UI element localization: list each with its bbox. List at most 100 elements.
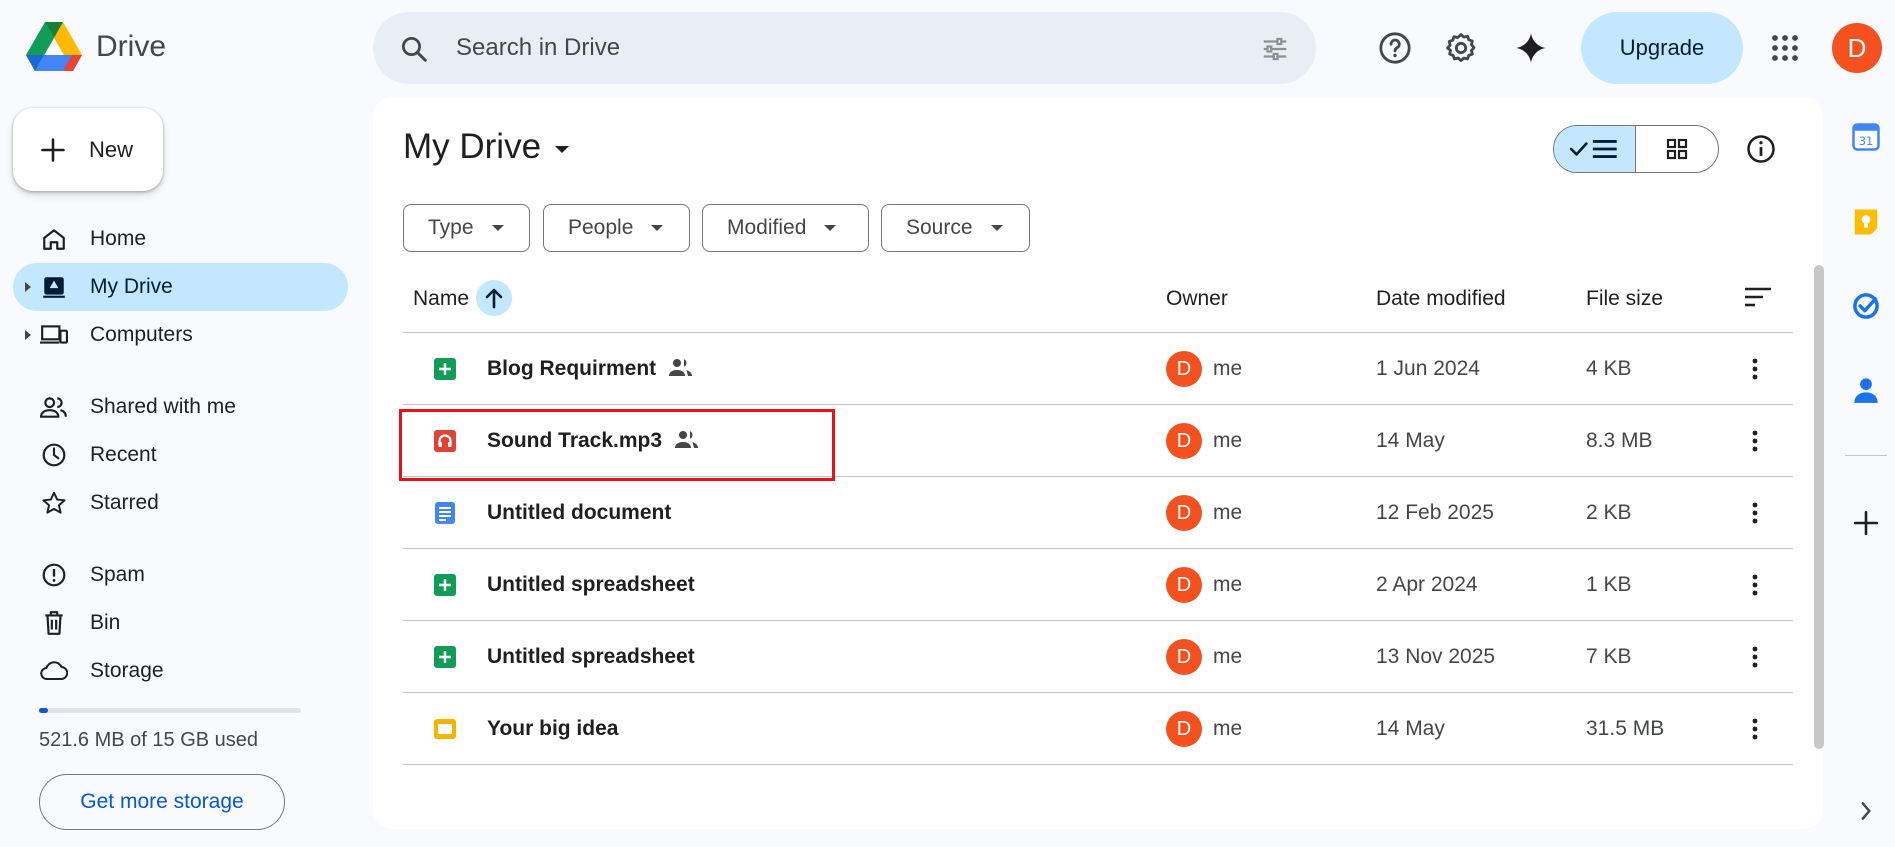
owner-avatar: D xyxy=(1166,495,1202,531)
sidebar-item-spam[interactable]: Spam xyxy=(13,551,348,599)
file-size: 4 KB xyxy=(1586,357,1632,380)
filter-type-chip[interactable]: Type xyxy=(403,204,530,252)
main-content-panel: My Drive Type People Modified Source Nam… xyxy=(373,97,1823,829)
chevron-down-icon xyxy=(491,225,504,231)
page-title: My Drive xyxy=(403,127,542,166)
settings-gear-icon[interactable] xyxy=(1437,22,1485,74)
chip-label: Type xyxy=(428,216,474,239)
file-size: 7 KB xyxy=(1586,645,1632,668)
drive-logo[interactable]: Drive xyxy=(26,22,166,72)
owner-name: me xyxy=(1213,357,1243,380)
audio-file-icon xyxy=(433,429,457,453)
filter-modified-chip[interactable]: Modified xyxy=(702,204,869,252)
shared-with-me-icon xyxy=(40,393,68,421)
my-drive-icon xyxy=(40,273,68,301)
search-options-icon[interactable] xyxy=(1260,34,1290,69)
tasks-icon[interactable] xyxy=(1850,290,1882,322)
search-icon[interactable] xyxy=(399,34,429,69)
calendar-icon[interactable]: 31 xyxy=(1850,121,1882,153)
get-more-storage-button[interactable]: Get more storage xyxy=(39,774,285,830)
sidebar-item-label: Shared with me xyxy=(90,395,236,418)
sidebar-item-shared-with-me[interactable]: Shared with me xyxy=(13,383,348,431)
add-addon-plus-icon[interactable] xyxy=(1850,507,1882,539)
sidebar-item-bin[interactable]: Bin xyxy=(13,599,348,647)
column-header-owner[interactable]: Owner xyxy=(1166,287,1228,311)
file-name: Blog Requirment xyxy=(487,357,657,380)
gemini-sparkle-icon[interactable] xyxy=(1507,22,1555,74)
chevron-down-icon xyxy=(990,225,1003,231)
table-row[interactable]: Untitled document D me 12 Feb 2025 2 KB xyxy=(403,477,1793,549)
file-name: Untitled document xyxy=(487,501,672,524)
info-icon[interactable] xyxy=(1739,127,1783,171)
more-actions-icon[interactable] xyxy=(1735,565,1775,605)
column-header-file-size[interactable]: File size xyxy=(1586,287,1663,311)
sidebar-item-label: Spam xyxy=(90,563,145,586)
sidebar-item-label: Recent xyxy=(90,443,157,466)
sheets-file-icon xyxy=(433,645,457,669)
table-row[interactable]: Sound Track.mp3 D me 14 May 8.3 MB xyxy=(403,405,1793,477)
expand-caret-icon[interactable] xyxy=(25,282,31,292)
more-actions-icon[interactable] xyxy=(1735,637,1775,677)
sidebar-item-label: Computers xyxy=(90,323,193,346)
table-row[interactable]: Untitled spreadsheet D me 13 Nov 2025 7 … xyxy=(403,621,1793,693)
file-size: 8.3 MB xyxy=(1586,429,1653,452)
chip-label: Modified xyxy=(727,216,807,239)
scrollbar[interactable] xyxy=(1814,265,1824,749)
more-actions-icon[interactable] xyxy=(1735,709,1775,749)
show-side-panel-chevron-icon[interactable] xyxy=(1850,795,1882,827)
column-header-date-modified[interactable]: Date modified xyxy=(1376,287,1506,311)
filter-source-chip[interactable]: Source xyxy=(881,204,1030,252)
owner-avatar: D xyxy=(1166,567,1202,603)
sidebar-item-home[interactable]: Home xyxy=(13,215,348,263)
owner-avatar: D xyxy=(1166,351,1202,387)
chip-label: Source xyxy=(906,216,973,239)
recent-clock-icon xyxy=(40,441,68,469)
page-title-dropdown[interactable]: My Drive xyxy=(403,127,570,167)
sidebar-item-starred[interactable]: Starred xyxy=(13,479,348,527)
expand-caret-icon[interactable] xyxy=(25,330,31,340)
owner-name: me xyxy=(1213,573,1243,596)
sort-options-icon[interactable] xyxy=(1743,285,1773,314)
file-name: Sound Track.mp3 xyxy=(487,429,663,452)
account-avatar[interactable]: D xyxy=(1832,23,1882,73)
contacts-icon[interactable] xyxy=(1850,374,1882,406)
column-header-name[interactable]: Name xyxy=(413,287,469,311)
date-modified: 2 Apr 2024 xyxy=(1376,573,1478,596)
table-row[interactable]: Your big idea D me 14 May 31.5 MB xyxy=(403,693,1793,765)
help-icon[interactable] xyxy=(1371,22,1419,74)
date-modified: 14 May xyxy=(1376,429,1445,452)
file-size: 1 KB xyxy=(1586,573,1632,596)
date-modified: 13 Nov 2025 xyxy=(1376,645,1496,668)
sort-ascending-arrow-icon[interactable] xyxy=(476,280,512,316)
search-input[interactable] xyxy=(456,12,1216,84)
storage-usage-text: 521.6 MB of 15 GB used xyxy=(39,729,259,751)
docs-file-icon xyxy=(433,501,457,525)
table-row[interactable]: Untitled spreadsheet D me 2 Apr 2024 1 K… xyxy=(403,549,1793,621)
sidebar-item-my-drive[interactable]: My Drive xyxy=(13,263,348,311)
more-actions-icon[interactable] xyxy=(1735,493,1775,533)
search-bar[interactable] xyxy=(373,12,1316,84)
sidebar-item-computers[interactable]: Computers xyxy=(13,311,348,359)
new-button[interactable]: New xyxy=(13,108,163,191)
more-actions-icon[interactable] xyxy=(1735,421,1775,461)
grid-view-button[interactable] xyxy=(1636,126,1718,172)
sidebar-item-storage[interactable]: Storage xyxy=(13,647,348,695)
apps-grid-icon[interactable] xyxy=(1761,22,1809,74)
list-view-button[interactable] xyxy=(1554,126,1636,172)
date-modified: 12 Feb 2025 xyxy=(1376,501,1494,524)
plus-icon xyxy=(41,137,65,162)
sidebar-item-recent[interactable]: Recent xyxy=(13,431,348,479)
owner-name: me xyxy=(1213,645,1243,668)
sidebar-item-label: Storage xyxy=(90,659,164,682)
sheets-file-icon xyxy=(433,357,457,381)
more-actions-icon[interactable] xyxy=(1735,349,1775,389)
star-icon xyxy=(40,489,68,517)
shared-people-icon xyxy=(668,357,694,384)
filter-people-chip[interactable]: People xyxy=(543,204,690,252)
new-button-label: New xyxy=(89,136,134,162)
table-header: Name Owner Date modified File size xyxy=(403,267,1793,333)
computers-icon xyxy=(40,321,68,349)
keep-icon[interactable] xyxy=(1850,206,1882,238)
upgrade-button[interactable]: Upgrade xyxy=(1581,12,1743,84)
table-row[interactable]: Blog Requirment D me 1 Jun 2024 4 KB xyxy=(403,333,1793,405)
